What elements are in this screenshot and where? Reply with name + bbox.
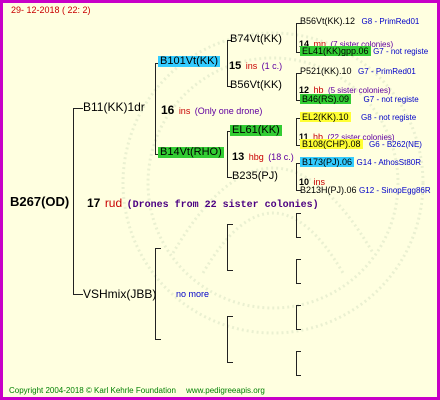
g4-info: G7 - not registe: [373, 47, 429, 56]
g4-info: G6 - B262(NE): [369, 140, 422, 149]
tree-line-sdd-vertical: [296, 163, 297, 191]
g4-info: G14 - AthosSt80R: [356, 158, 422, 167]
pedigree-chart: 29- 12-2018 ( 22: 2) B267(OD) 17 rud (Dr…: [0, 0, 440, 400]
root-mating-unit: rud: [104, 196, 123, 210]
tree-line-dd-vertical: [227, 316, 228, 363]
tree-line-sire-vertical: [155, 63, 156, 155]
tree-line-g4-empty-2-bottom: [296, 283, 301, 284]
sds-name[interactable]: EL61(KK): [230, 125, 282, 136]
dam-name[interactable]: VSHmix(JBB): [83, 288, 156, 300]
ss-mating-note: (1 c.): [261, 61, 283, 71]
g4-info: G8 - PrimRed01: [361, 17, 420, 26]
report-date: 29- 12-2018 ( 22: 2): [11, 5, 91, 15]
sd-name[interactable]: B14Vt(RHO): [158, 147, 224, 158]
g4-name[interactable]: B108(CHP).08: [300, 139, 363, 149]
g4-entry: EL41(KK)gpp.06 G7 - not registe: [300, 46, 429, 56]
tree-line-g4-empty-1-top: [296, 213, 301, 214]
g4-name[interactable]: B213H(PJ).06: [300, 185, 357, 195]
tree-line-root-sire: [73, 108, 83, 109]
g4-name[interactable]: P521(KK).10: [300, 66, 352, 76]
tree-line-g4-empty-3: [296, 305, 297, 330]
root-queen-name[interactable]: B267(OD): [10, 195, 69, 208]
tree-line-sd-vertical: [227, 131, 228, 178]
sd-mating-note: (18 c.): [268, 152, 294, 162]
g4-entry: B46(RS).09 G7 - not registe: [300, 94, 419, 104]
ss-mating: 15 ins (1 c.): [229, 57, 282, 73]
ss-name[interactable]: B101Vt(KK): [158, 56, 221, 67]
sd-mating: 13 hbg (18 c.): [232, 148, 294, 164]
root-queen-mating: 17 rud (Drones from 22 sister colonies): [87, 195, 319, 211]
dam-note: no more: [176, 289, 210, 299]
g4-entry: B173(PJ).06 G14 - AthosSt80R: [300, 157, 422, 167]
tree-line-ssd-vertical: [296, 73, 297, 101]
tree-line-ds-top: [227, 224, 233, 225]
tree-line-g4-empty-3-top: [296, 305, 301, 306]
tree-line-root-dam: [73, 294, 83, 295]
sd-mating-unit: hbg: [248, 152, 264, 162]
tree-line-sss-vertical: [296, 23, 297, 53]
g4-entry: P521(KK).10 G7 - PrimRed01: [300, 67, 416, 76]
tree-line-sds-vertical: [296, 118, 297, 146]
g4-name[interactable]: B46(RS).09: [300, 94, 352, 104]
tree-line-dam-top: [155, 248, 161, 249]
tree-line-ds-bottom: [227, 270, 233, 271]
tree-line-g4-empty-3-bottom: [296, 329, 301, 330]
root-mating-num: 17: [87, 196, 101, 210]
g4-entry: EL2(KK).10 G8 - not registe: [300, 112, 417, 122]
sdd-name[interactable]: B235(PJ): [232, 171, 278, 182]
sire-name[interactable]: B11(KK)1dr: [83, 101, 145, 113]
tree-line-g4-empty-1-bottom: [296, 237, 301, 238]
tree-line-g4-empty-4-top: [296, 351, 301, 352]
tree-line-ss-vertical: [227, 40, 228, 87]
g4-name[interactable]: B56Vt(KK).12: [300, 16, 355, 26]
sire-mating-note: (Only one drone): [194, 106, 263, 116]
tree-line-dam-bottom: [155, 339, 161, 340]
sd-mating-num: 13: [232, 151, 245, 163]
g4-info: G12 - SinopEgg86R: [359, 186, 431, 195]
tree-line-g4-empty-2-top: [296, 259, 301, 260]
g4-entry: B213H(PJ).06 G12 - SinopEgg86R: [300, 186, 431, 195]
g4-name[interactable]: B173(PJ).06: [300, 157, 355, 167]
tree-line-g4-empty-2: [296, 259, 297, 284]
ss-mating-unit: ins: [245, 61, 258, 71]
tree-line-dd-bottom: [227, 362, 233, 363]
sire-mating-unit: ins: [178, 106, 191, 116]
g4-name[interactable]: EL41(KK)gpp.06: [300, 46, 371, 56]
tree-line-dd-top: [227, 316, 233, 317]
g4-name[interactable]: EL2(KK).10: [300, 112, 351, 122]
sss-name[interactable]: B74Vt(KK): [230, 34, 282, 45]
g4-info: G7 - PrimRed01: [358, 67, 416, 76]
g4-entry: B56Vt(KK).12 G8 - PrimRed01: [300, 17, 419, 26]
root-mating-note: (Drones from 22 sister colonies): [126, 200, 319, 211]
ssd-name[interactable]: B56Vt(KK): [230, 80, 282, 91]
g4-entry: B108(CHP).08 G6 - B262(NE): [300, 139, 422, 149]
tree-line-g4-empty-4: [296, 351, 297, 376]
ss-mating-num: 15: [229, 60, 242, 72]
tree-line-ds-vertical: [227, 224, 228, 271]
sire-mating: 16 ins (Only one drone): [161, 102, 262, 118]
tree-line-root-vertical: [73, 108, 74, 295]
footer: Copyright 2004-2018 © Karl Kehrle Founda…: [9, 387, 265, 395]
site-link[interactable]: www.pedigreeapis.org: [186, 386, 265, 395]
tree-line-g4-empty-4-bottom: [296, 375, 301, 376]
tree-line-g4-empty-1: [296, 213, 297, 238]
sire-mating-num: 16: [161, 103, 175, 117]
copyright-text: Copyright 2004-2018 © Karl Kehrle Founda…: [9, 386, 176, 395]
g4-info: G8 - not registe: [361, 113, 417, 122]
g4-info: G7 - not registe: [363, 95, 419, 104]
